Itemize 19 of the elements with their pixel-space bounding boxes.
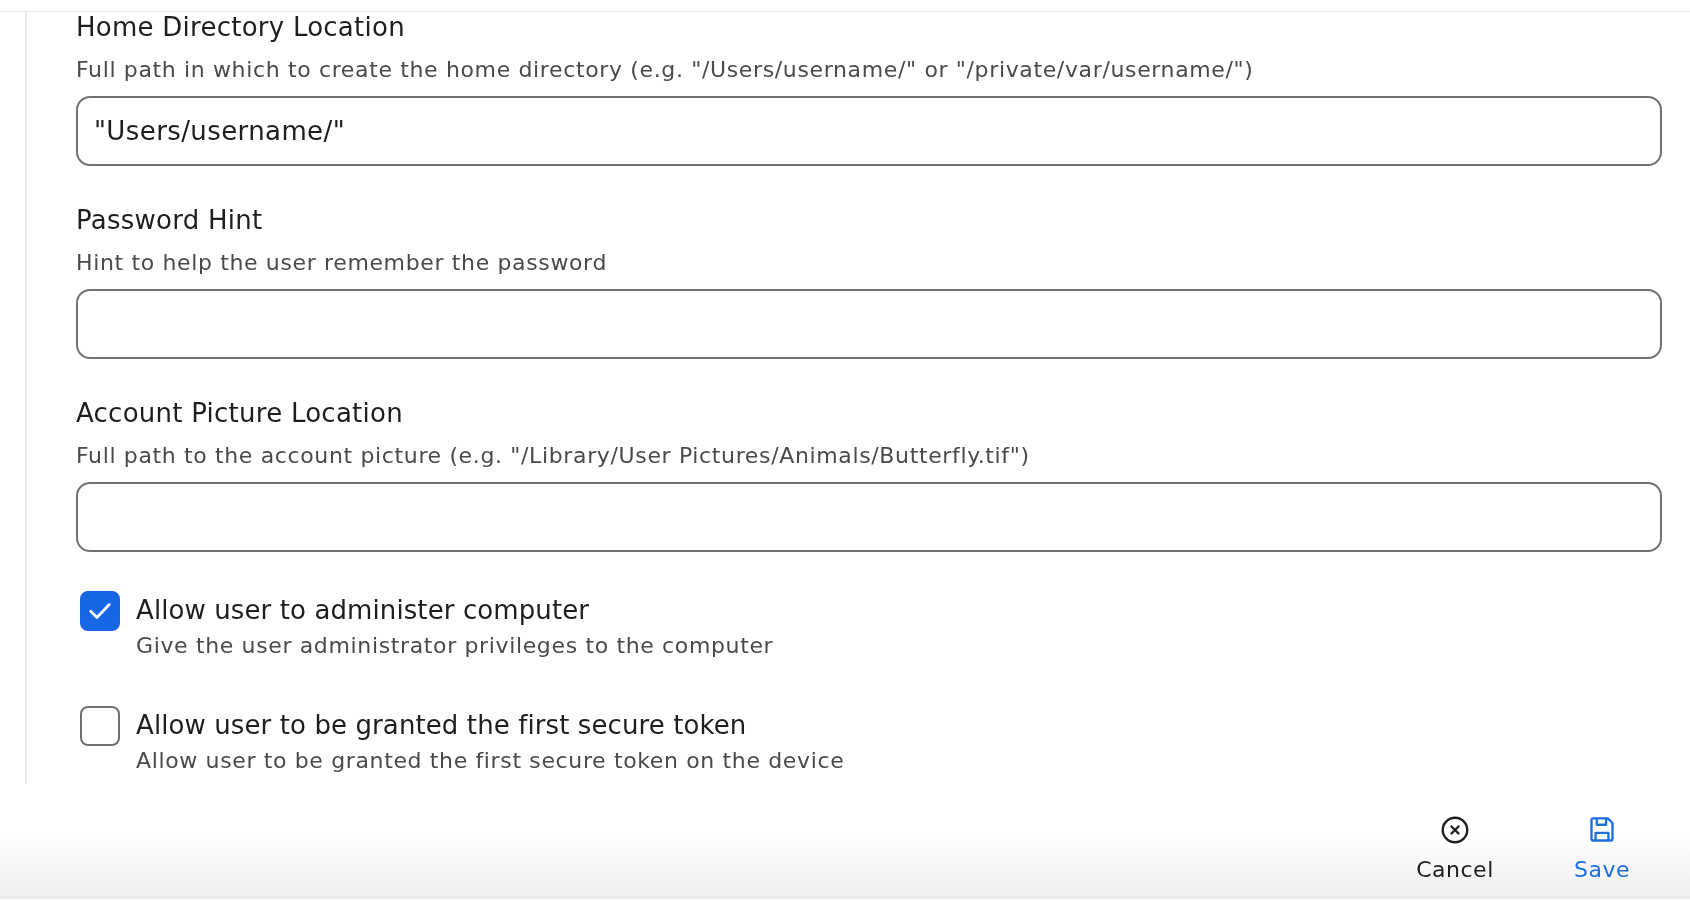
input-field[interactable] — [76, 482, 1662, 552]
save-button[interactable]: Save — [1537, 816, 1667, 886]
field-label: Account Picture Location — [76, 398, 404, 428]
checkmark-icon — [89, 603, 111, 619]
cancel-button[interactable]: Cancel — [1390, 816, 1520, 886]
checkbox[interactable] — [80, 591, 120, 631]
checkbox[interactable] — [80, 706, 120, 746]
checkbox-label: Allow user to be granted the first secure token — [136, 710, 748, 740]
field-label: Password Hint — [76, 205, 264, 235]
input-field[interactable] — [76, 289, 1662, 359]
field-description: Full path in which to create the home directory (e.g. "/Users/username/" or "/private/var/username/") — [76, 56, 1255, 84]
field-label: Home Directory Location — [76, 12, 406, 42]
checkbox-description: Give the user administrator privileges to the computer — [136, 632, 774, 660]
checkbox-label: Allow user to administer computer — [136, 595, 591, 625]
close-circle-icon — [1441, 816, 1469, 844]
input-field[interactable]: "Users/username/" — [76, 96, 1662, 166]
field-description: Hint to help the user remember the password — [76, 249, 609, 277]
field-description: Full path to the account picture (e.g. "/Library/User Pictures/Animals/Butterfly.tif") — [76, 442, 1031, 470]
checkbox-description: Allow user to be granted the first secure token on the device — [136, 747, 845, 775]
